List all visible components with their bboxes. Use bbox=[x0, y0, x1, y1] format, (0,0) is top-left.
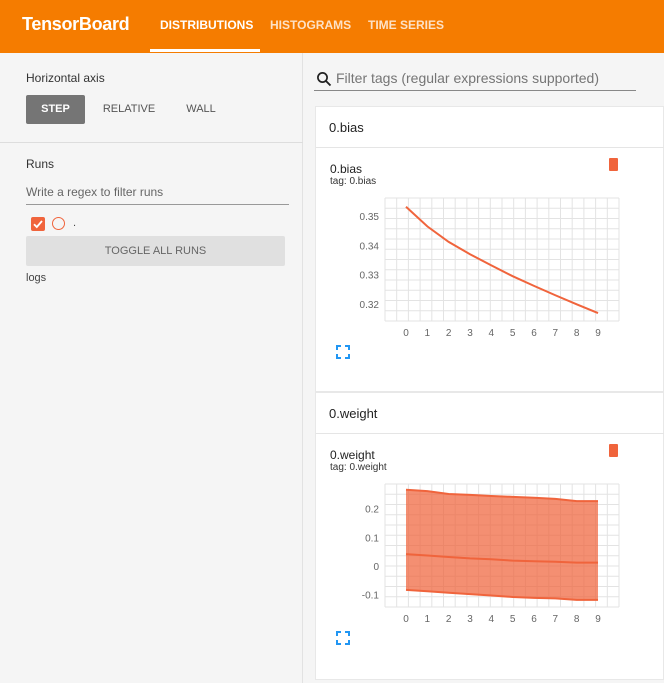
app-title: TensorBoard bbox=[22, 14, 130, 34]
y-tick-label: 0 bbox=[373, 562, 379, 573]
run-checkbox[interactable] bbox=[31, 217, 45, 231]
x-tick-label: 9 bbox=[595, 614, 601, 625]
axis-relative-button[interactable]: RELATIVE bbox=[95, 95, 163, 124]
y-tick-label: 0.33 bbox=[360, 271, 380, 282]
sidebar: Horizontal axis STEP RELATIVE WALL Runs … bbox=[0, 53, 303, 683]
tag-group-bias: 0.bias 0.bias tag: 0.bias 0.35 0.34 0.33 0.… bbox=[315, 106, 664, 392]
sidebar-divider bbox=[0, 142, 303, 143]
distribution-band bbox=[406, 489, 598, 600]
run-color-radio[interactable] bbox=[52, 217, 65, 230]
x-tick-label: 5 bbox=[510, 614, 516, 625]
y-tick-label: -0.1 bbox=[362, 591, 380, 602]
x-tick-label: 4 bbox=[489, 328, 495, 339]
tag-group-weight: 0.weight 0.weight tag: 0.weight 0.2 0.1 0-… bbox=[315, 392, 664, 680]
horizontal-axis-label: Horizontal axis bbox=[26, 71, 105, 85]
x-tick-label: 6 bbox=[531, 614, 537, 625]
toggle-all-runs-button[interactable]: TOGGLE ALL RUNS bbox=[26, 236, 285, 266]
x-tick-label: 8 bbox=[574, 328, 580, 339]
tab-histograms[interactable]: HISTOGRAMS bbox=[270, 18, 351, 32]
run-name-label: . bbox=[73, 217, 77, 229]
search-icon bbox=[317, 72, 332, 87]
x-tick-label: 1 bbox=[425, 328, 431, 339]
active-tab-indicator bbox=[150, 49, 260, 52]
x-tick-label: 2 bbox=[446, 328, 452, 339]
axis-step-button[interactable]: STEP bbox=[26, 95, 85, 124]
y-tick-label: 0.2 bbox=[365, 505, 379, 516]
y-tick-label: 0.1 bbox=[365, 533, 379, 544]
run-regex-input[interactable]: Write a regex to filter runs bbox=[26, 179, 289, 205]
bias-distribution-chart: 0.35 0.34 0.33 0.32 0 1 2 3 4 5 6 7 8 9 bbox=[360, 197, 620, 339]
logs-dir-label: logs bbox=[26, 272, 47, 284]
x-tick-label: 0 bbox=[403, 614, 409, 625]
tag-filter-input[interactable]: Filter tags (regular expressions support… bbox=[314, 67, 636, 91]
x-tick-label: 3 bbox=[467, 614, 473, 625]
y-tick-label: 0.32 bbox=[360, 300, 380, 311]
y-tick-label: 0.34 bbox=[360, 241, 380, 252]
x-tick-label: 1 bbox=[425, 614, 431, 625]
weight-distribution-chart: 0.2 0.1 0 -0.1 0 1 2 3 4 5 6 7 8 9 bbox=[362, 483, 620, 625]
x-tick-label: 3 bbox=[467, 328, 473, 339]
x-tick-label: 9 bbox=[595, 328, 601, 339]
filter-placeholder: Filter tags (regular expressions support… bbox=[336, 70, 600, 86]
expand-icon[interactable] bbox=[336, 631, 350, 645]
check-icon bbox=[33, 220, 43, 229]
runs-label: Runs bbox=[26, 157, 55, 171]
x-tick-label: 0 bbox=[403, 328, 409, 339]
x-tick-label: 4 bbox=[489, 614, 495, 625]
x-tick-label: 5 bbox=[510, 328, 516, 339]
x-tick-label: 7 bbox=[553, 614, 559, 625]
y-tick-label: 0.35 bbox=[360, 212, 380, 223]
x-tick-label: 8 bbox=[574, 614, 580, 625]
tab-distributions[interactable]: DISTRIBUTIONS bbox=[160, 18, 253, 32]
tab-time-series[interactable]: TIME SERIES bbox=[368, 18, 444, 32]
expand-icon[interactable] bbox=[336, 345, 350, 359]
x-tick-label: 2 bbox=[446, 614, 452, 625]
x-tick-label: 7 bbox=[553, 328, 559, 339]
x-tick-label: 6 bbox=[531, 328, 537, 339]
top-app-bar: TensorBoard DISTRIBUTIONS HISTOGRAMS TIM… bbox=[0, 0, 664, 53]
axis-wall-button[interactable]: WALL bbox=[173, 95, 229, 124]
